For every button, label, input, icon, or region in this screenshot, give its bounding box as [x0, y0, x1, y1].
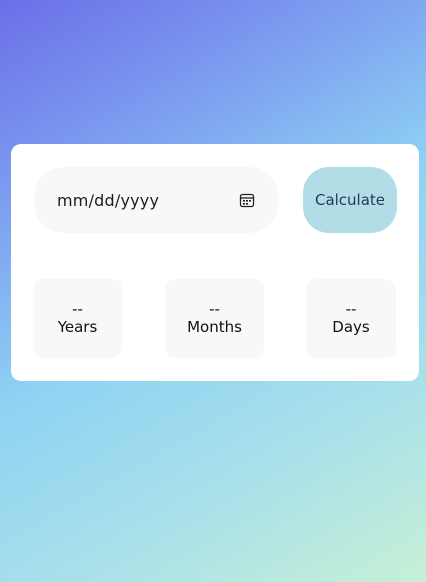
age-calculator-card: mm/dd/yyyy Calculate -- Years -- Months … [11, 144, 419, 381]
months-result: -- Months [165, 279, 264, 358]
years-result: -- Years [33, 279, 122, 358]
days-value: -- [345, 300, 357, 318]
days-result: -- Days [306, 279, 396, 358]
months-label: Months [187, 318, 242, 336]
calculate-button[interactable]: Calculate [303, 167, 397, 233]
days-label: Days [332, 318, 370, 336]
months-value: -- [209, 300, 220, 318]
birthdate-input[interactable]: mm/dd/yyyy [34, 167, 279, 233]
date-placeholder: mm/dd/yyyy [57, 190, 160, 210]
calendar-icon[interactable] [239, 192, 255, 208]
years-value: -- [72, 300, 83, 318]
years-label: Years [57, 318, 98, 336]
